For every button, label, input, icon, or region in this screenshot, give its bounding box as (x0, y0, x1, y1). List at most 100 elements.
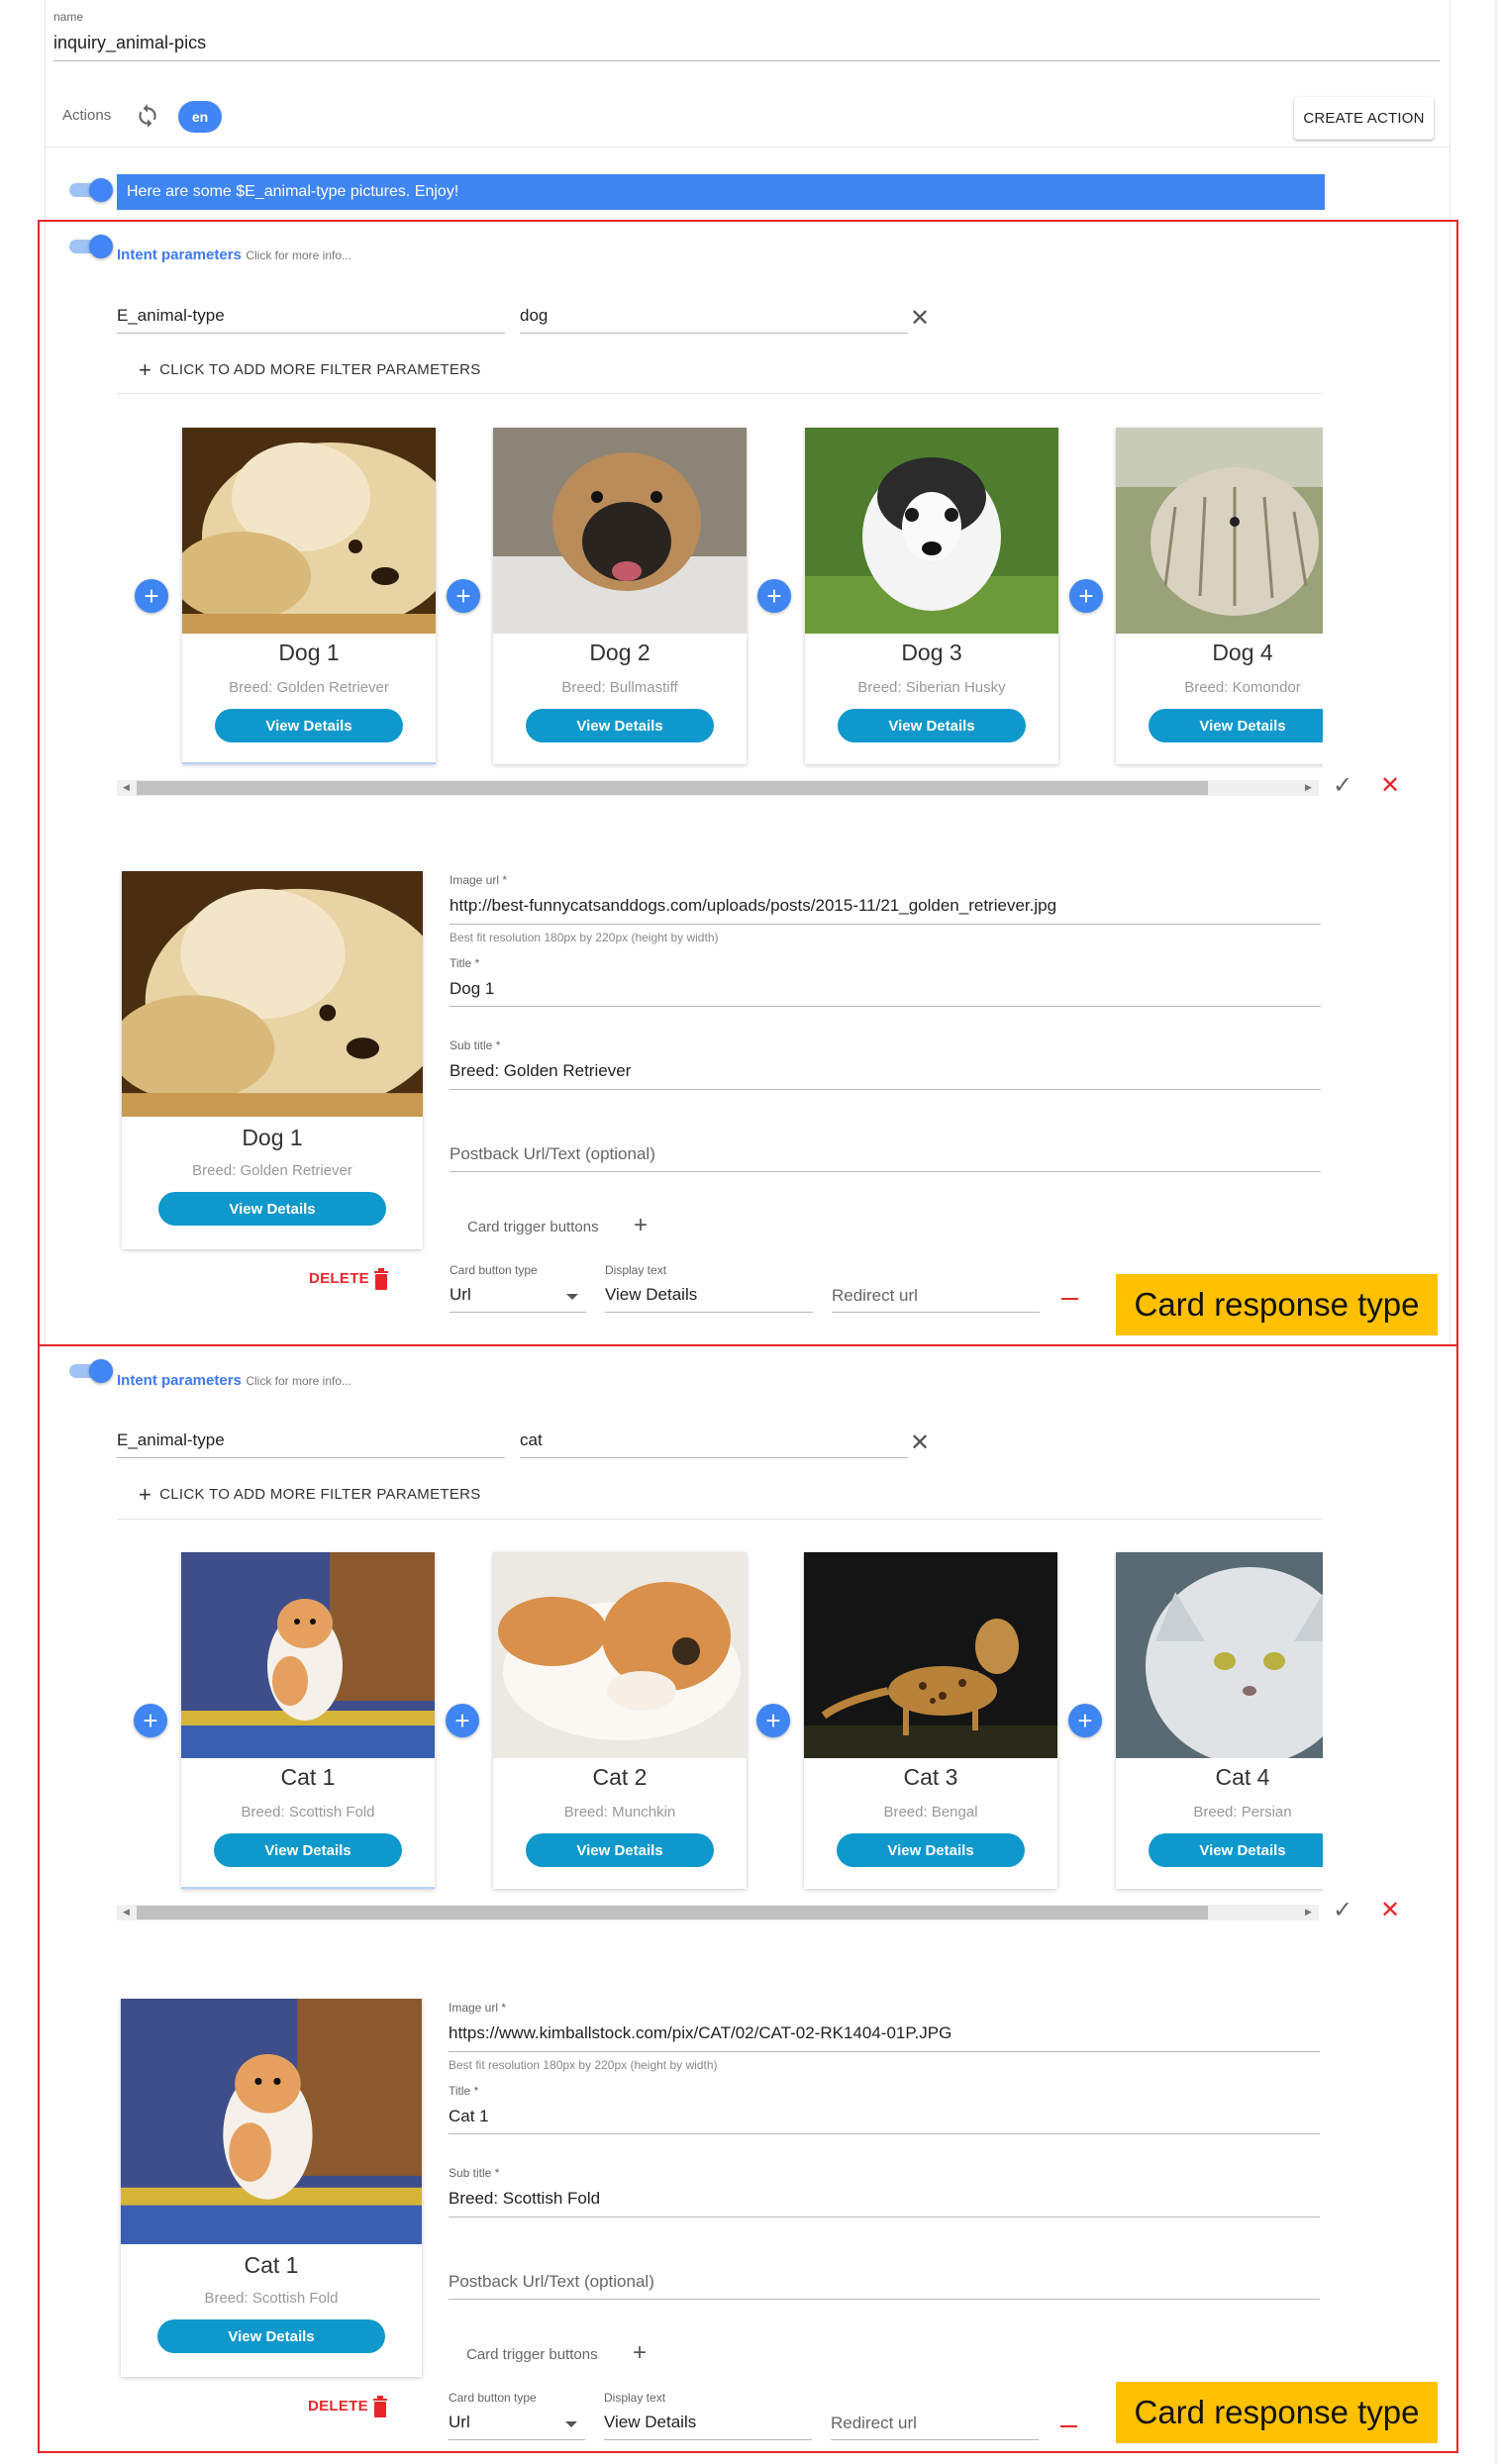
view-details-button[interactable]: View Details (526, 709, 714, 742)
carousel-card[interactable]: Dog 4 Breed: Komondor View Details (1116, 428, 1323, 764)
card-title: Cat 4 (1215, 1764, 1270, 1790)
intent-params-link[interactable]: Intent parameters (117, 246, 242, 263)
card-image-munchkin (493, 1552, 747, 1758)
scroll-left-arrow[interactable]: ◀ (123, 782, 130, 793)
filter-value-input[interactable]: cat (520, 1430, 543, 1450)
sync-icon[interactable] (135, 103, 160, 129)
intent-params-toggle-cat[interactable] (69, 1359, 113, 1383)
carousel-card[interactable]: Cat 3 Breed: Bengal View Details (804, 1552, 1057, 1889)
carousel-card[interactable]: Cat 4 Breed: Persian View Details (1116, 1552, 1323, 1889)
delete-label: DELETE (309, 1270, 369, 1287)
postback-input[interactable]: Postback Url/Text (optional) (450, 1144, 655, 1164)
text-response-toggle[interactable] (69, 178, 113, 202)
add-filter-label: CLICK TO ADD MORE FILTER PARAMETERS (159, 1486, 481, 1503)
insert-card-button[interactable]: + (447, 579, 480, 613)
insert-card-button[interactable]: + (134, 1704, 167, 1737)
delete-card-button[interactable]: DELETE (309, 1270, 369, 1287)
intent-params-toggle-dog[interactable] (69, 235, 113, 258)
carousel-card[interactable]: Dog 1 Breed: Golden Retriever View Detai… (182, 428, 436, 764)
view-details-button[interactable]: View Details (837, 1833, 1025, 1867)
add-filter-button[interactable]: + CLICK TO ADD MORE FILTER PARAMETERS (139, 1479, 481, 1507)
remove-button-icon[interactable] (1061, 1298, 1078, 1300)
view-details-button[interactable]: View Details (215, 709, 403, 742)
create-action-button[interactable]: CREATE ACTION (1294, 97, 1434, 140)
card-carousel-dog[interactable]: Dog 1 Breed: Golden Retriever View Detai… (117, 416, 1323, 782)
subtitle-input[interactable]: Breed: Scottish Fold (449, 2189, 600, 2209)
filter-key-input[interactable]: E_animal-type (117, 306, 225, 326)
delete-label: DELETE (308, 2398, 368, 2415)
intent-params-link[interactable]: Intent parameters (117, 1372, 242, 1389)
view-details-button[interactable]: View Details (1149, 1833, 1323, 1867)
cancel-x-icon[interactable]: ✕ (1380, 771, 1400, 800)
view-details-button[interactable]: View Details (1149, 709, 1323, 742)
trigger-buttons-label: Card trigger buttons (466, 2346, 598, 2363)
delete-card-button[interactable]: DELETE (308, 2398, 368, 2415)
postback-input[interactable]: Postback Url/Text (optional) (449, 2272, 654, 2292)
scroll-right-arrow[interactable]: ▶ (1305, 1907, 1312, 1918)
insert-card-button[interactable]: + (757, 579, 791, 613)
subtitle-label: Sub title * (450, 1038, 501, 1052)
dropdown-arrow-icon[interactable] (565, 2421, 577, 2427)
filter-value-input[interactable]: dog (520, 306, 548, 326)
confirm-check-icon[interactable]: ✓ (1333, 771, 1352, 800)
card-carousel-cat[interactable]: Cat 1 Breed: Scottish Fold View Details … (117, 1540, 1323, 1907)
click-info: Click for more info... (246, 248, 352, 262)
confirm-check-icon[interactable]: ✓ (1333, 1896, 1352, 1924)
language-chip-en[interactable]: en (178, 101, 222, 133)
clear-filter-icon[interactable]: ✕ (910, 1429, 930, 1457)
card-subtitle: Breed: Munchkin (563, 1804, 676, 1821)
dropdown-arrow-icon[interactable] (566, 1294, 578, 1300)
image-url-label: Image url * (450, 873, 508, 887)
card-subtitle: Breed: Golden Retriever (229, 679, 389, 696)
redirect-url-underline (831, 2439, 1039, 2440)
scrollbar-thumb[interactable] (137, 1906, 1208, 1920)
add-filter-button[interactable]: + CLICK TO ADD MORE FILTER PARAMETERS (139, 354, 481, 382)
button-type-select[interactable]: Url (449, 2413, 470, 2432)
scroll-right-arrow[interactable]: ▶ (1305, 782, 1312, 793)
redirect-url-input[interactable]: Redirect url (832, 1286, 918, 1306)
insert-card-button[interactable]: + (1068, 1704, 1102, 1737)
insert-card-button[interactable]: + (756, 1704, 790, 1737)
name-underline (53, 60, 1440, 61)
trash-icon[interactable] (372, 2396, 388, 2422)
image-url-label-text: Image url (450, 873, 500, 887)
add-trigger-button[interactable]: + (633, 2339, 647, 2367)
carousel-card[interactable]: Dog 2 Breed: Bullmastiff View Details (493, 428, 747, 764)
card-image-husky (805, 428, 1058, 634)
trash-icon[interactable] (373, 1268, 389, 1295)
intent-name-input[interactable]: inquiry_animal-pics (53, 33, 206, 53)
display-text-input[interactable]: View Details (605, 1285, 697, 1305)
button-type-select[interactable]: Url (450, 1285, 471, 1305)
scroll-left-arrow[interactable]: ◀ (123, 1907, 130, 1918)
view-details-button[interactable]: View Details (214, 1833, 402, 1867)
add-trigger-button[interactable]: + (634, 1212, 648, 1239)
remove-button-icon[interactable] (1060, 2425, 1077, 2427)
cancel-x-icon[interactable]: ✕ (1380, 1896, 1400, 1924)
plus-icon: + (139, 1482, 152, 1507)
redirect-url-input[interactable]: Redirect url (831, 2414, 917, 2433)
scrollbar-thumb[interactable] (137, 781, 1208, 795)
filter-key-input[interactable]: E_animal-type (117, 1430, 225, 1450)
insert-card-button[interactable]: + (446, 1704, 479, 1737)
carousel-card[interactable]: Dog 3 Breed: Siberian Husky View Details (805, 428, 1058, 764)
image-url-input[interactable]: https://www.kimballstock.com/pix/CAT/02/… (449, 2023, 951, 2043)
image-url-input[interactable]: http://best-funnycatsanddogs.com/uploads… (450, 896, 1056, 916)
view-details-button[interactable]: View Details (526, 1833, 714, 1867)
title-input[interactable]: Dog 1 (450, 979, 494, 999)
carousel-card[interactable]: Cat 2 Breed: Munchkin View Details (493, 1552, 747, 1889)
carousel-card[interactable]: Cat 1 Breed: Scottish Fold View Details (181, 1552, 435, 1889)
card-image-komondor (1116, 428, 1323, 634)
display-text-input[interactable]: View Details (604, 2413, 696, 2432)
text-response-bar[interactable]: Here are some $E_animal-type pictures. E… (117, 174, 1325, 210)
view-details-button[interactable]: View Details (838, 709, 1026, 742)
insert-card-button[interactable]: + (135, 579, 168, 613)
preview-view-details-button[interactable]: View Details (158, 1192, 386, 1226)
redirect-url-underline (832, 1312, 1040, 1313)
subtitle-input[interactable]: Breed: Golden Retriever (450, 1061, 631, 1081)
title-underline (449, 2133, 1320, 2134)
insert-card-button[interactable]: + (1069, 579, 1103, 613)
preview-view-details-button[interactable]: View Details (157, 2319, 385, 2353)
trigger-buttons-label: Card trigger buttons (467, 1219, 599, 1235)
title-input[interactable]: Cat 1 (449, 2107, 489, 2126)
clear-filter-icon[interactable]: ✕ (910, 304, 930, 333)
